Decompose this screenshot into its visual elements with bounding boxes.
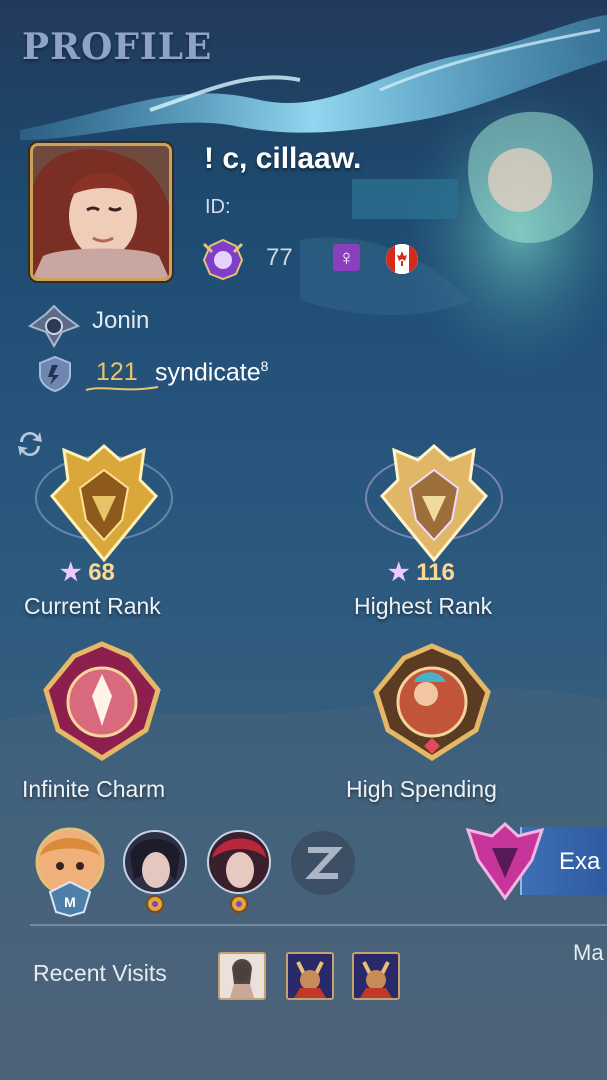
recent-visitor-2[interactable] <box>286 952 334 1000</box>
squad-member-count: 121 <box>96 358 138 386</box>
section-divider <box>30 924 607 926</box>
exa-button-label[interactable]: Exa <box>559 848 600 876</box>
infinite-charm-label: Infinite Charm <box>22 776 166 802</box>
player-level: 77 <box>266 244 293 271</box>
rank-title-emblem-icon <box>28 304 80 348</box>
hero-avatar-3[interactable] <box>204 830 274 914</box>
emblem-slot-icon[interactable] <box>290 830 356 896</box>
star-icon: ★ <box>60 559 82 586</box>
squad-name-text: syndicate <box>155 358 261 387</box>
highest-rank-badge-icon[interactable] <box>362 436 506 568</box>
recent-visitor-1-image <box>220 954 264 998</box>
highest-rank-label: Highest Rank <box>354 593 493 619</box>
star-icon: ★ <box>388 559 410 586</box>
current-rank-label: Current Rank <box>24 593 161 619</box>
svg-text:M: M <box>64 894 76 910</box>
highest-rank-stars: ★ 116 <box>388 558 455 587</box>
high-spending-label: High Spending <box>346 776 497 802</box>
rank-title: Jonin <box>92 307 150 334</box>
hero-avatar-1[interactable]: M <box>32 826 108 918</box>
recent-visitor-3[interactable] <box>352 952 400 1000</box>
recent-visits-label: Recent Visits <box>33 960 167 986</box>
recent-visitor-1[interactable] <box>218 952 266 1000</box>
squad-name[interactable]: syndicate8 <box>155 358 268 387</box>
exa-emblem-icon[interactable] <box>462 822 548 902</box>
hero-avatar-2[interactable] <box>120 830 190 914</box>
female-gender-icon: ♀ <box>333 244 360 271</box>
player-name: ! c, cillaaw. <box>204 142 362 175</box>
player-info-row: 77 ♀ <box>198 236 438 282</box>
recent-visitor-2-image <box>288 954 332 998</box>
high-spending-badge-icon[interactable] <box>370 642 494 762</box>
level-badge-icon[interactable] <box>198 236 248 282</box>
player-id-label: ID: <box>205 196 231 218</box>
canada-flag-icon <box>386 244 418 274</box>
current-rank-stars: ★ 68 <box>60 558 115 587</box>
player-id-redacted <box>352 179 458 219</box>
recent-visitor-3-image <box>354 954 398 998</box>
player-avatar[interactable] <box>30 143 172 281</box>
squad-underline-decoration <box>85 386 159 391</box>
squad-superscript: 8 <box>260 358 269 374</box>
current-rank-star-count: 68 <box>88 559 115 586</box>
infinite-charm-badge-icon[interactable] <box>38 640 166 762</box>
avatar-portrait-image <box>33 146 169 278</box>
page-title: PROFILE <box>22 26 213 68</box>
highest-rank-star-count: 116 <box>416 559 455 586</box>
side-label[interactable]: Ma <box>573 940 604 966</box>
current-rank-badge-icon[interactable] <box>32 436 176 568</box>
squad-shield-icon[interactable] <box>36 355 74 393</box>
